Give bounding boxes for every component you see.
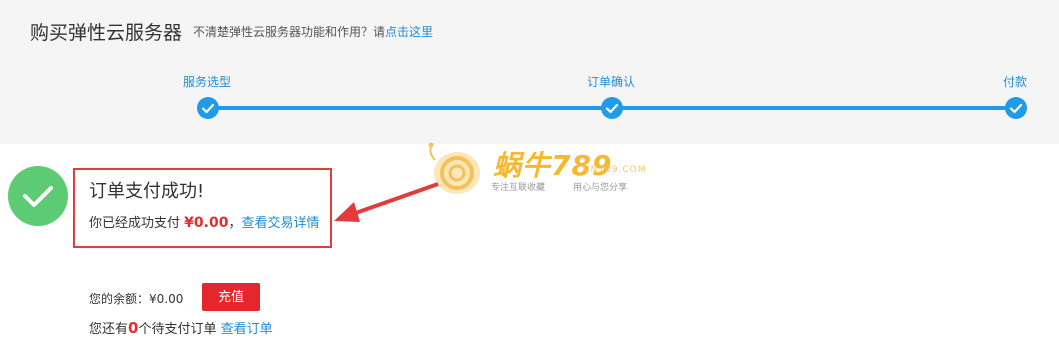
step-label-selection: 服务选型	[183, 75, 232, 89]
watermark-brand: 蜗牛789	[493, 149, 613, 182]
payment-summary: 你已经成功支付 ¥0.00，查看交易详情	[89, 212, 319, 231]
pending-prefix: 您还有	[89, 322, 129, 337]
balance-label: 您的余额：	[89, 292, 150, 306]
payment-success-title: 订单支付成功!	[89, 181, 205, 202]
view-transaction-detail-link[interactable]: 查看交易详情	[241, 216, 319, 231]
step-3-check-icon	[1005, 97, 1027, 119]
annotation-arrow-icon	[334, 182, 439, 222]
page-title: 购买弹性云服务器	[30, 22, 183, 44]
pending-orders-info: 您还有0个待支付订单 查看订单	[89, 318, 273, 337]
watermark-domain: UN789.COM	[583, 165, 647, 175]
success-check-icon	[8, 166, 68, 226]
pending-suffix: 个待支付订单	[138, 322, 217, 337]
click-here-link[interactable]: 点击这里	[385, 25, 433, 39]
balance-value: ¥0.00	[149, 292, 184, 306]
page-hint: 不清楚弹性云服务器功能和作用？请点击这里	[193, 23, 433, 40]
watermark-slogan-left: 专注互联收藏	[491, 183, 546, 193]
recharge-button[interactable]: 充值	[202, 283, 260, 311]
step-1-check-icon	[197, 97, 219, 119]
step-label-payment: 付款	[1003, 75, 1028, 89]
separator: ，	[228, 216, 242, 231]
balance-info: 您的余额：¥0.00	[89, 290, 183, 307]
page-header: 购买弹性云服务器 不清楚弹性云服务器功能和作用？请点击这里 服务选型 订单确认 …	[0, 0, 1059, 144]
step-2-check-icon	[601, 97, 623, 119]
site-watermark: 蜗牛789 UN789.COM 专注互联收藏 用心与您分享	[425, 140, 655, 200]
step-label-confirm: 订单确认	[587, 75, 636, 89]
page-hint-text: 不清楚弹性云服务器功能和作用？请	[193, 25, 386, 39]
pending-count: 0	[128, 319, 139, 337]
watermark-slogan-right: 用心与您分享	[573, 183, 628, 193]
paid-amount: ¥0.00	[184, 215, 229, 231]
paid-prefix: 你已经成功支付	[89, 216, 181, 231]
view-orders-link[interactable]: 查看订单	[221, 322, 273, 337]
